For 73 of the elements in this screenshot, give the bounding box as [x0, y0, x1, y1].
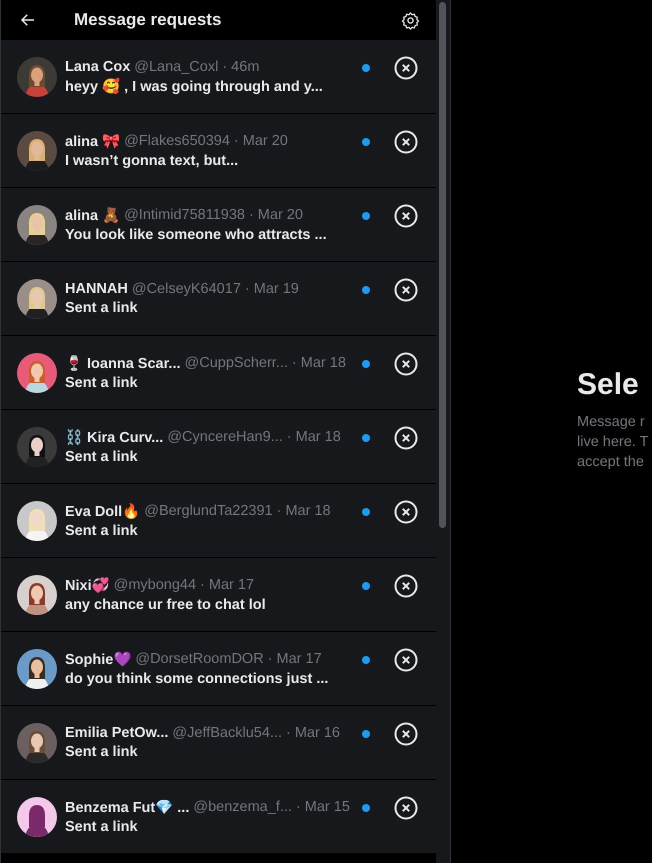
- message-request-row[interactable]: 🍷 Ioanna Scar... @CuppScherr... · Mar 18 Sent a link: [1, 336, 436, 409]
- message-preview: Sent a link: [65, 522, 139, 538]
- message-preview: Sent a link: [65, 744, 139, 760]
- message-preview: heyy 🥰 , I was going through and y...: [65, 78, 324, 94]
- message-request-row[interactable]: ⛓ Kira Curv... @CyncereHan9... · Mar 18 Sent a link: [1, 410, 436, 483]
- sender-name: 🍷 Ioanna Scar...: [65, 354, 181, 372]
- timestamp: · Mar 18: [276, 502, 331, 520]
- sender-name: HANNAH: [65, 281, 128, 297]
- timestamp: · Mar 20: [248, 206, 303, 224]
- timestamp: · Mar 15: [296, 798, 350, 816]
- message-preview: I wasn’t gonna text, but...: [65, 152, 240, 168]
- sender-handle: @BerglundTa22391: [144, 502, 273, 520]
- timestamp: · Mar 17: [200, 576, 254, 594]
- timestamp: · Mar 20: [234, 132, 288, 150]
- close-icon[interactable]: [394, 500, 418, 524]
- message-preview: Sent a link: [65, 300, 139, 316]
- close-icon[interactable]: [394, 574, 418, 598]
- timestamp: · Mar 16: [286, 725, 340, 741]
- message-request-row[interactable]: Emilia PetOw... @JeffBacklu54... · Mar 16 Sent a link: [1, 706, 436, 779]
- timestamp: · 46m: [222, 58, 260, 74]
- message-request-row[interactable]: Benzema Fut💎 ... @benzema_f... · Mar 15 Sent a link: [1, 780, 436, 853]
- message-preview: Sent a link: [65, 448, 139, 464]
- close-icon[interactable]: [394, 352, 418, 376]
- message-request-row[interactable]: Nixi💞 @mybong44 · Mar 17 any chance ur free to chat lol: [1, 558, 436, 631]
- timestamp: · Mar 18: [286, 428, 341, 446]
- close-icon[interactable]: [394, 796, 418, 820]
- page-title: Message requests: [74, 10, 222, 30]
- close-icon[interactable]: [394, 204, 418, 228]
- empty-state-title: Sele: [577, 368, 640, 402]
- sender-handle: @CuppScherr...: [184, 354, 288, 372]
- close-icon[interactable]: [394, 648, 418, 672]
- close-icon[interactable]: [394, 130, 418, 154]
- message-request-row[interactable]: Sophie💜 @DorsetRoomDOR · Mar 17 do you think some connections just ...: [1, 632, 436, 705]
- sender-handle: @CelseyK64017: [132, 281, 241, 297]
- message-request-row[interactable]: Eva Doll🔥 @BerglundTa22391 · Mar 18 Sent a link: [1, 484, 436, 557]
- sender-name: Emilia PetOw...: [65, 725, 168, 741]
- sender-handle: @CyncereHan9...: [167, 428, 283, 446]
- message-preview: Sent a link: [65, 818, 139, 834]
- message-request-row[interactable]: alina 🧸 @Intimid75811938 · Mar 20 You look like someone who attracts ...: [1, 188, 436, 261]
- sender-name: ⛓ Kira Curv...: [65, 428, 164, 446]
- timestamp: · Mar 19: [244, 281, 299, 297]
- close-icon[interactable]: [394, 426, 418, 450]
- sender-handle: @DorsetRoomDOR: [135, 650, 264, 668]
- message-preview: You look like someone who attracts ...: [65, 226, 328, 242]
- settings-icon[interactable]: [401, 10, 420, 30]
- message-request-row[interactable]: Lana Cox @Lana_Coxl · 46m heyy 🥰 , I was going through and y...: [1, 40, 436, 113]
- timestamp: · Mar 17: [268, 650, 322, 668]
- sender-name: Benzema Fut💎 ...: [65, 798, 190, 816]
- timestamp: · Mar 18: [292, 354, 346, 372]
- empty-state-text: live here. T: [577, 432, 648, 452]
- sender-handle: @benzema_f...: [193, 798, 292, 816]
- sender-name: Eva Doll🔥: [65, 502, 140, 520]
- message-preview: any chance ur free to chat lol: [65, 596, 267, 612]
- close-icon[interactable]: [394, 56, 418, 80]
- sender-handle: @Intimid75811938: [124, 206, 245, 224]
- close-icon[interactable]: [394, 278, 418, 302]
- sender-name: Lana Cox: [65, 58, 130, 74]
- message-preview: do you think some connections just ...: [65, 670, 330, 686]
- sender-handle: @JeffBacklu54...: [172, 725, 282, 741]
- empty-state-text: Message r: [577, 412, 646, 432]
- sender-name: Nixi💞: [65, 576, 110, 594]
- empty-state-text: accept the: [577, 452, 645, 472]
- sender-name: alina 🎀: [65, 132, 120, 150]
- message-request-row[interactable]: HANNAH @CelseyK64017 · Mar 19 Sent a link: [1, 262, 436, 335]
- scrollbar-thumb[interactable]: [439, 2, 446, 528]
- message-request-row[interactable]: alina 🎀 @Flakes650394 · Mar 20 I wasn’t gonna text, but...: [1, 114, 436, 187]
- sender-name: Sophie💜: [65, 650, 132, 668]
- sender-handle: @mybong44: [114, 576, 196, 594]
- message-preview: Sent a link: [65, 374, 139, 390]
- sender-name: alina 🧸: [65, 206, 120, 224]
- sender-handle: @Flakes650394: [124, 132, 230, 150]
- close-icon[interactable]: [394, 722, 418, 746]
- sender-handle: @Lana_Coxl: [134, 58, 218, 74]
